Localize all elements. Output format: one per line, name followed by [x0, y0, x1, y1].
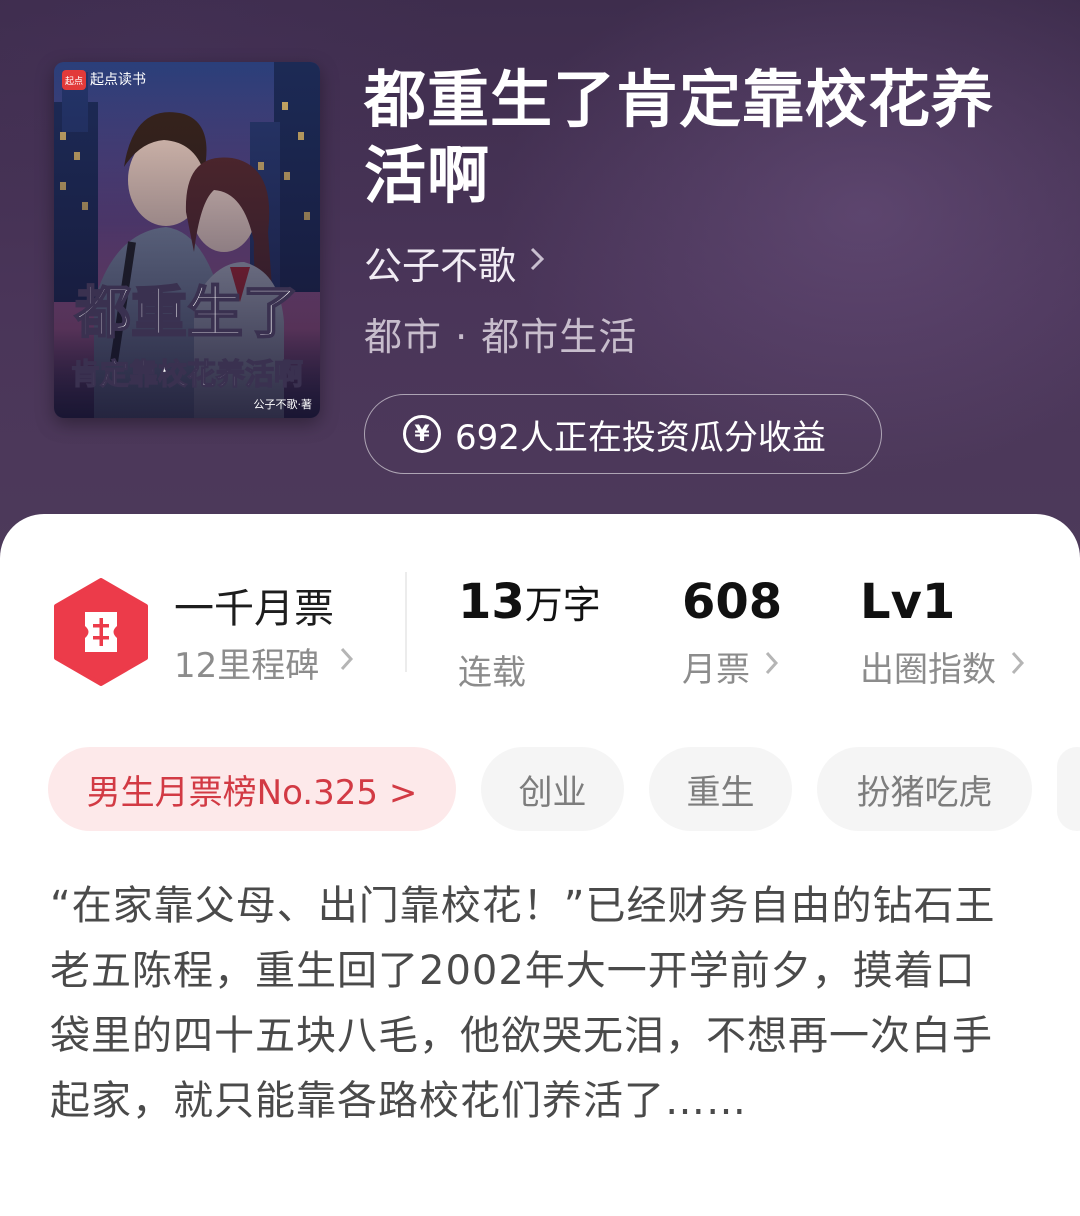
cover-brand-name: 起点读书 — [90, 71, 146, 88]
cover-author-credit: 公子不歌·著 — [254, 397, 313, 411]
monthly-ticket-stat[interactable]: 608 月票 — [682, 574, 782, 691]
word-count-value: 13 — [458, 574, 525, 630]
milestone-title[interactable]: 一千月票 — [174, 576, 334, 634]
author-link[interactable]: 公子不歌 — [364, 236, 546, 288]
yen-icon: ¥ — [403, 415, 441, 453]
chevron-right-icon — [1010, 649, 1026, 684]
tag-item[interactable]: 重生 — [649, 747, 792, 831]
word-count-unit: 万字 — [524, 583, 601, 627]
chevron-right-icon — [339, 645, 355, 680]
genre-label[interactable]: 都市 · 都市生活 — [364, 306, 637, 361]
monthly-ticket-value: 608 — [682, 574, 783, 630]
rank-tag[interactable]: 男生月票榜No.325 > — [48, 747, 456, 831]
author-name: 公子不歌 — [364, 243, 517, 288]
tag-item[interactable]: 创业 — [481, 747, 624, 831]
chevron-right-icon — [764, 649, 780, 684]
influence-index-stat[interactable]: Lv1 出圈指数 — [860, 574, 1026, 691]
synopsis-text[interactable]: “在家靠父母、出门靠校花！”已经财务自由的钻石王老五陈程，重生回了2002年大一… — [50, 874, 1010, 1134]
divider — [405, 572, 407, 672]
influence-index-value: Lv1 — [860, 574, 956, 630]
chevron-right-icon — [528, 243, 546, 281]
invest-button[interactable]: ¥ 692人正在投资瓜分收益 — [364, 394, 882, 474]
book-title: 都重生了肯定靠校花养活啊 — [364, 63, 995, 212]
influence-index-label: 出圈指数 — [860, 650, 996, 690]
monthly-ticket-label: 月票 — [682, 650, 750, 690]
invest-text: 692人正在投资瓜分收益 — [455, 417, 826, 458]
ticket-icon[interactable] — [52, 578, 150, 686]
cover-title-line1: 都重生了 — [74, 281, 299, 346]
word-count-stat: 13万字 连载 — [458, 574, 601, 694]
milestone-link[interactable]: 12里程碑 — [174, 638, 355, 687]
cover-title-line2: 肯定靠校花养活啊 — [71, 357, 303, 391]
book-cover[interactable]: 起点 起点读书 都重生了 肯定靠校花养活啊 公子不歌·著 — [54, 62, 320, 418]
tag-item[interactable]: 扮猪吃虎 — [817, 747, 1032, 831]
cover-brand-badge: 起点 — [65, 76, 83, 87]
book-header: 起点 起点读书 都重生了 肯定靠校花养活啊 公子不歌·著 都重生了肯定靠校花养活… — [0, 0, 1080, 560]
cover-art: 起点 起点读书 都重生了 肯定靠校花养活啊 公子不歌·著 — [54, 62, 320, 418]
word-count-label: 连载 — [458, 653, 526, 693]
milestone-sub: 12里程碑 — [174, 646, 320, 686]
tag-item-overflow[interactable] — [1057, 747, 1080, 831]
